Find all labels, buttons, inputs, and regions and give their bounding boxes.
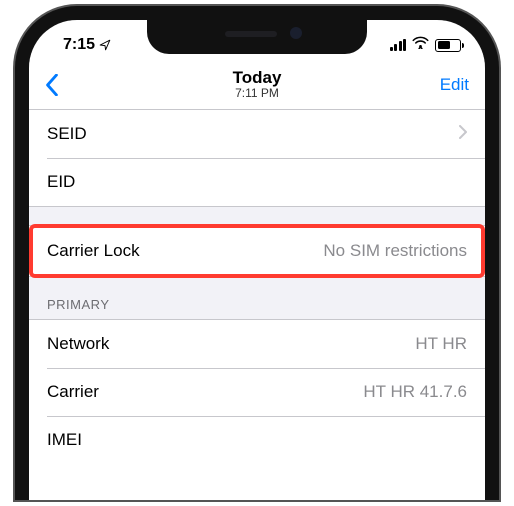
row-carrier-lock[interactable]: Carrier Lock No SIM restrictions: [29, 224, 485, 278]
wifi-icon: [412, 36, 429, 54]
navigation-bar: Today 7:11 PM Edit: [29, 60, 485, 110]
row-value: HT HR: [415, 334, 467, 354]
row-label: EID: [47, 172, 75, 192]
row-value: HT HR 41.7.6: [363, 382, 467, 402]
row-seid[interactable]: SEID: [29, 110, 485, 158]
row-label: IMEI: [47, 430, 82, 450]
edit-button[interactable]: Edit: [440, 75, 469, 95]
row-label: Carrier: [47, 382, 99, 402]
row-label: Network: [47, 334, 109, 354]
row-imei[interactable]: IMEI: [29, 416, 485, 464]
section-header-primary: PRIMARY: [29, 276, 485, 320]
device-notch: [147, 20, 367, 54]
row-value: No SIM restrictions: [323, 241, 467, 261]
battery-icon: [435, 39, 461, 52]
chevron-right-icon: [459, 124, 467, 144]
row-label: SEID: [47, 124, 87, 144]
page-title: Today: [233, 68, 282, 88]
location-icon: [99, 38, 111, 50]
row-eid[interactable]: EID: [29, 158, 485, 206]
cellular-icon: [390, 39, 407, 51]
row-carrier[interactable]: Carrier HT HR 41.7.6: [29, 368, 485, 416]
page-subtitle: 7:11 PM: [233, 87, 282, 101]
row-label: Carrier Lock: [47, 241, 140, 261]
back-button[interactable]: [45, 74, 59, 96]
status-time: 7:15: [63, 36, 95, 54]
row-network[interactable]: Network HT HR: [29, 320, 485, 368]
section-spacer: [29, 206, 485, 226]
